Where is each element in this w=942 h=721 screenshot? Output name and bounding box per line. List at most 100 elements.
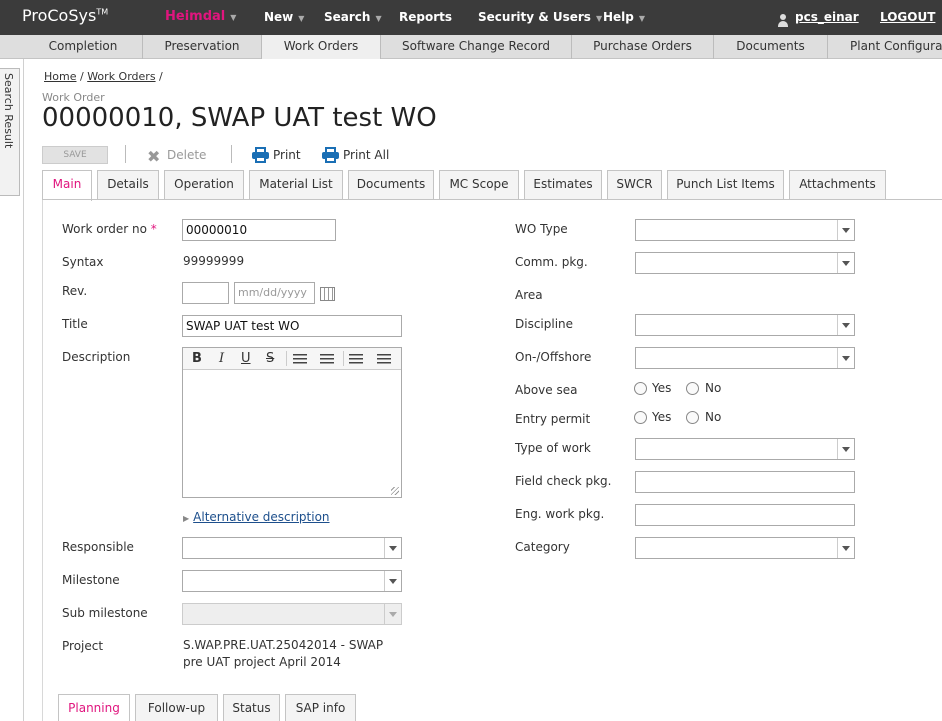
- toolbar-divider: [125, 145, 126, 163]
- rev-date-input[interactable]: mm/dd/yyyy: [234, 282, 315, 304]
- title-label: Title: [62, 317, 88, 331]
- dropdown-arrow-icon: [837, 220, 854, 240]
- tab-swcr[interactable]: SWCR: [607, 170, 662, 200]
- above-sea-yes-radio[interactable]: [634, 382, 647, 395]
- responsible-select[interactable]: [182, 537, 402, 559]
- toolbar-divider: [286, 351, 287, 366]
- print-button[interactable]: Print: [273, 148, 301, 162]
- nav-security-users[interactable]: Security & Users ▼: [478, 10, 602, 24]
- resize-grip-icon[interactable]: [391, 487, 399, 495]
- dropdown-arrow-icon: [837, 348, 854, 368]
- panel-border: [42, 200, 43, 721]
- printer-icon: [252, 147, 269, 163]
- rev-input[interactable]: [182, 282, 229, 304]
- description-editor[interactable]: B I U S: [182, 347, 402, 498]
- sub-milestone-label: Sub milestone: [62, 606, 148, 620]
- breadcrumb-home[interactable]: Home: [44, 70, 76, 83]
- eng-work-pkg-input[interactable]: [635, 504, 855, 526]
- module-tab-documents[interactable]: Documents: [714, 35, 828, 59]
- user-name-link[interactable]: pcs_einar: [795, 10, 859, 24]
- dropdown-arrow-icon: [837, 253, 854, 273]
- chevron-down-icon: ▼: [298, 14, 305, 23]
- nav-new[interactable]: New ▼: [264, 10, 304, 24]
- description-label: Description: [62, 350, 131, 364]
- entry-permit-yes-radio[interactable]: [634, 411, 647, 424]
- milestone-select[interactable]: [182, 570, 402, 592]
- category-select[interactable]: [635, 537, 855, 559]
- alternative-description-link[interactable]: ▶ Alternative description: [183, 510, 330, 524]
- tab-attachments[interactable]: Attachments: [789, 170, 886, 200]
- comm-pkg-label: Comm. pkg.: [515, 255, 588, 269]
- tab-details[interactable]: Details: [97, 170, 159, 200]
- tab-material-list[interactable]: Material List: [249, 170, 343, 200]
- outdent-icon[interactable]: [349, 354, 363, 364]
- strikethrough-button[interactable]: S: [266, 351, 274, 366]
- nav-search[interactable]: Search ▼: [324, 10, 382, 24]
- tab-planning[interactable]: Planning: [58, 694, 130, 721]
- print-all-button[interactable]: Print All: [343, 148, 389, 162]
- tab-follow-up[interactable]: Follow-up: [135, 694, 218, 721]
- tab-mc-scope[interactable]: MC Scope: [439, 170, 519, 200]
- breadcrumb-work-orders[interactable]: Work Orders: [87, 70, 155, 83]
- wo-type-select[interactable]: [635, 219, 855, 241]
- above-sea-label: Above sea: [515, 383, 578, 397]
- tab-sap-info[interactable]: SAP info: [285, 694, 356, 721]
- wo-no-label: Work order no *: [62, 222, 157, 236]
- dropdown-arrow-icon: [837, 315, 854, 335]
- tab-punch-list-items[interactable]: Punch List Items: [667, 170, 784, 200]
- area-label: Area: [515, 288, 543, 302]
- breadcrumb: Home / Work Orders /: [44, 70, 163, 83]
- module-tab-preservation[interactable]: Preservation: [143, 35, 262, 59]
- on-offshore-select[interactable]: [635, 347, 855, 369]
- comm-pkg-select[interactable]: [635, 252, 855, 274]
- save-button[interactable]: SAVE: [42, 146, 108, 164]
- wo-no-input[interactable]: 00000010: [182, 219, 336, 241]
- module-tab-completion[interactable]: Completion: [24, 35, 143, 59]
- tab-documents[interactable]: Documents: [348, 170, 434, 200]
- discipline-label: Discipline: [515, 317, 574, 331]
- numbered-list-icon[interactable]: [320, 354, 334, 364]
- above-sea-no-radio[interactable]: [686, 382, 699, 395]
- indent-icon[interactable]: [377, 354, 391, 364]
- nav-reports[interactable]: Reports: [399, 10, 452, 24]
- tab-status[interactable]: Status: [223, 694, 280, 721]
- module-tab-work-orders[interactable]: Work Orders: [262, 35, 381, 59]
- bullet-list-icon[interactable]: [293, 354, 307, 364]
- above-sea-no-label: No: [705, 381, 722, 395]
- dropdown-arrow-icon: [837, 538, 854, 558]
- required-mark: *: [150, 222, 157, 236]
- syntax-label: Syntax: [62, 255, 104, 269]
- above-sea-yes-label: Yes: [652, 381, 672, 395]
- project-value-line2: pre UAT project April 2014: [183, 655, 341, 669]
- entry-permit-yes-label: Yes: [652, 410, 672, 424]
- bold-button[interactable]: B: [192, 351, 202, 366]
- module-tab-purchase-orders[interactable]: Purchase Orders: [572, 35, 714, 59]
- plant-selector[interactable]: Heimdal ▼: [165, 9, 236, 24]
- wo-type-label: WO Type: [515, 222, 568, 236]
- type-of-work-select[interactable]: [635, 438, 855, 460]
- underline-button[interactable]: U: [241, 351, 251, 366]
- tab-main[interactable]: Main: [42, 170, 92, 201]
- editor-toolbar: B I U S: [183, 348, 401, 370]
- italic-button[interactable]: I: [219, 351, 224, 366]
- field-check-pkg-input[interactable]: [635, 471, 855, 493]
- module-tab-software-change-record[interactable]: Software Change Record: [381, 35, 572, 59]
- nav-help[interactable]: Help ▼: [603, 10, 645, 24]
- title-input[interactable]: SWAP UAT test WO: [182, 315, 402, 337]
- tab-operation[interactable]: Operation: [164, 170, 244, 200]
- tab-estimates[interactable]: Estimates: [524, 170, 602, 200]
- search-result-side-tab[interactable]: Search Result: [0, 68, 20, 196]
- entry-permit-no-label: No: [705, 410, 722, 424]
- logout-link[interactable]: LOGOUT: [880, 10, 935, 24]
- chevron-down-icon: ▼: [230, 13, 237, 22]
- calendar-icon[interactable]: [320, 287, 335, 301]
- discipline-select[interactable]: [635, 314, 855, 336]
- app-logo[interactable]: ProCoSysTM: [22, 6, 108, 25]
- project-value-line1: S.WAP.PRE.UAT.25042014 - SWAP: [183, 638, 384, 652]
- module-tab-bar: Completion Preservation Work Orders Soft…: [0, 35, 942, 59]
- entry-permit-label: Entry permit: [515, 412, 591, 426]
- delete-button[interactable]: Delete: [167, 148, 206, 162]
- entry-permit-no-radio[interactable]: [686, 411, 699, 424]
- type-of-work-label: Type of work: [515, 441, 591, 455]
- module-tab-plant-configuration[interactable]: Plant Configurati: [828, 35, 942, 59]
